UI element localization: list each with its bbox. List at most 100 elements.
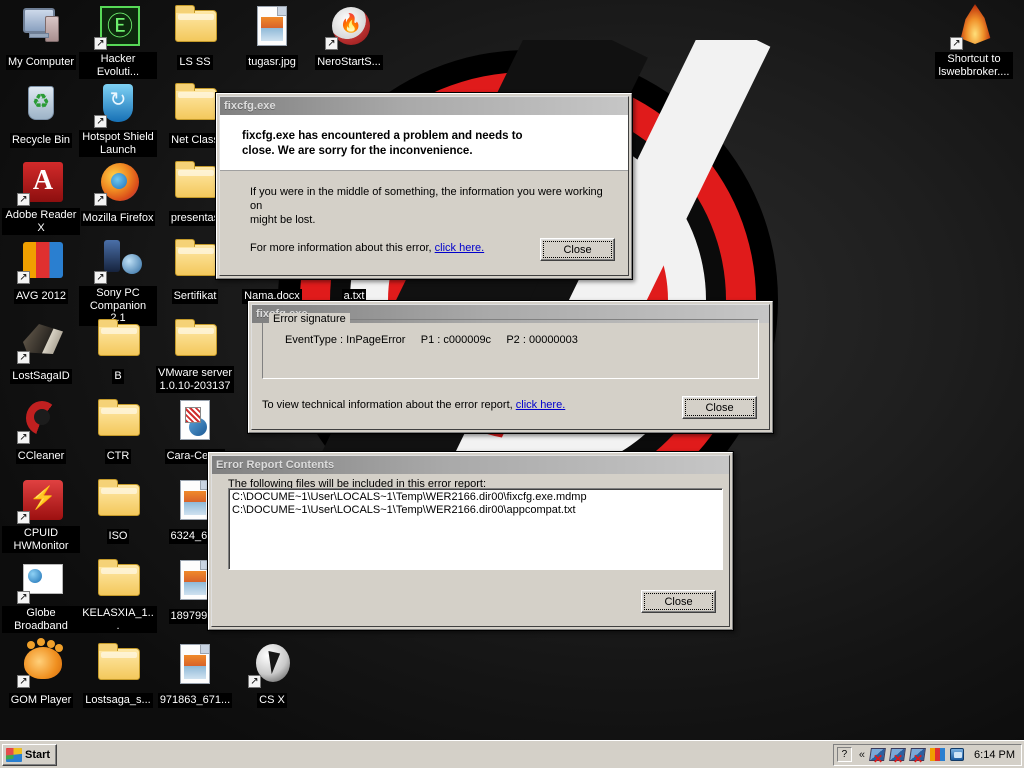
desktop-icon[interactable]: Shortcut to lswebbroker.... bbox=[935, 2, 1013, 80]
cara-icon bbox=[171, 396, 219, 444]
desktop-icon[interactable]: 971863_671... bbox=[156, 640, 234, 708]
desktop-icon[interactable]: Lostsaga_s... bbox=[79, 640, 157, 708]
folder-icon bbox=[94, 396, 142, 444]
desktop-icon[interactable]: VMware server 1.0.10-203137 bbox=[156, 316, 234, 394]
lostsaga-icon bbox=[17, 316, 65, 364]
shortcut-arrow-icon bbox=[17, 193, 30, 206]
desktop-icon[interactable]: Adobe Reader X bbox=[2, 158, 80, 236]
crash-dialog-headline: fixcfg.exe has encountered a problem and… bbox=[220, 115, 628, 171]
desktop-icon[interactable]: Hacker Evoluti... bbox=[79, 2, 157, 80]
report-file-listbox[interactable]: C:\DOCUME~1\User\LOCALS~1\Temp\WER2166.d… bbox=[228, 488, 723, 570]
taskbar-clock[interactable]: 6:14 PM bbox=[970, 749, 1017, 761]
network-disconnected-icon[interactable]: ✕ bbox=[909, 747, 926, 765]
firefox-icon bbox=[94, 158, 142, 206]
desktop-icon[interactable]: CCleaner bbox=[2, 396, 80, 464]
gom-icon bbox=[17, 640, 65, 688]
report-close-button[interactable]: Close bbox=[641, 590, 716, 613]
image-icon bbox=[171, 640, 219, 688]
tray-expand-chevron-icon[interactable]: « bbox=[858, 749, 866, 761]
signature-close-button[interactable]: Close bbox=[682, 396, 757, 419]
report-dialog-titlebar[interactable]: Error Report Contents bbox=[212, 456, 729, 474]
start-button[interactable]: Start bbox=[2, 743, 58, 766]
shortcut-arrow-icon bbox=[17, 511, 30, 524]
desktop[interactable]: My ComputerHacker Evoluti... LS SS tugasr.… bbox=[0, 0, 1024, 740]
desktop-icon[interactable]: GOM Player bbox=[2, 640, 80, 708]
error-report-contents-dialog[interactable]: Error Report Contents The following file… bbox=[207, 451, 734, 631]
folder-icon bbox=[171, 158, 219, 206]
crash-close-button[interactable]: Close bbox=[540, 238, 615, 261]
signature-tech-info: To view technical information about the … bbox=[262, 399, 565, 411]
desktop-icon-label: tugasr.jpg bbox=[246, 55, 298, 70]
report-file-item[interactable]: C:\DOCUME~1\User\LOCALS~1\Temp\WER2166.d… bbox=[232, 504, 719, 517]
desktop-icon-label: presentas bbox=[168, 211, 222, 226]
desktop-icon[interactable]: Mozilla Firefox bbox=[79, 158, 157, 226]
adobe-icon bbox=[17, 158, 65, 206]
folder-icon bbox=[94, 476, 142, 524]
messenger-icon[interactable] bbox=[950, 747, 966, 762]
desktop-icon[interactable]: LS SS bbox=[156, 2, 234, 70]
desktop-icon-label: Net Class bbox=[169, 133, 221, 148]
desktop-icon[interactable]: KELASXIA_1... bbox=[79, 556, 157, 634]
mycomputer-icon bbox=[17, 2, 65, 50]
crash-dialog[interactable]: fixcfg.exe fixcfg.exe has encountered a … bbox=[215, 92, 633, 280]
image-icon bbox=[248, 2, 296, 50]
desktop-icon-label: 971863_671... bbox=[157, 693, 233, 708]
cpuid-icon bbox=[17, 476, 65, 524]
desktop-icon-label: CPUID HWMonitor bbox=[2, 526, 80, 553]
nero-icon bbox=[325, 2, 373, 50]
desktop-icon[interactable]: CS X bbox=[233, 640, 311, 708]
desktop-icon[interactable]: Recycle Bin bbox=[2, 80, 80, 148]
desktop-icon[interactable]: B bbox=[79, 316, 157, 384]
desktop-icon[interactable]: LostSagaID bbox=[2, 316, 80, 384]
shortcut-arrow-icon bbox=[17, 351, 30, 364]
desktop-icon[interactable]: My Computer bbox=[2, 2, 80, 70]
desktop-icon[interactable]: AVG 2012 bbox=[2, 236, 80, 304]
desktop-icon[interactable]: NeroStartS... bbox=[310, 2, 388, 70]
crash-more-info-link[interactable]: click here. bbox=[435, 242, 485, 254]
report-file-item[interactable]: C:\DOCUME~1\User\LOCALS~1\Temp\WER2166.d… bbox=[232, 491, 719, 504]
shortcut-arrow-icon bbox=[950, 37, 963, 50]
desktop-icon-label: My Computer bbox=[5, 55, 77, 70]
desktop-icon-label: KELASXIA_1... bbox=[79, 606, 157, 633]
error-signature-group-label: Error signature bbox=[269, 313, 350, 325]
desktop-icon-label: VMware server 1.0.10-203137 bbox=[156, 366, 234, 393]
folder-icon bbox=[94, 556, 142, 604]
report-dialog-title: Error Report Contents bbox=[216, 459, 335, 471]
avg-icon[interactable] bbox=[930, 747, 946, 762]
desktop-icon-label: Adobe Reader X bbox=[2, 208, 80, 235]
help-icon[interactable]: ? bbox=[836, 747, 852, 762]
desktop-icon[interactable]: CTR bbox=[79, 396, 157, 464]
signature-tech-link[interactable]: click here. bbox=[516, 399, 566, 411]
taskbar[interactable]: Start ? « ✕ ✕ ✕ 6:14 PM bbox=[0, 740, 1024, 768]
desktop-icon[interactable]: CPUID HWMonitor bbox=[2, 476, 80, 554]
desktop-icon-label: GOM Player bbox=[8, 693, 74, 708]
crash-dialog-title: fixcfg.exe bbox=[224, 100, 276, 112]
desktop-icon-label: Globe Broadband bbox=[2, 606, 80, 633]
desktop-icon-label: Mozilla Firefox bbox=[80, 211, 156, 226]
ccleaner-icon bbox=[17, 396, 65, 444]
crash-body-line2: might be lost. bbox=[250, 214, 316, 226]
error-signature-dialog[interactable]: fixcfg.exe Error signature EventType : I… bbox=[247, 300, 774, 434]
hshield-icon bbox=[94, 80, 142, 128]
network-disconnected-icon[interactable]: ✕ bbox=[889, 747, 906, 765]
globe-icon bbox=[17, 556, 65, 604]
desktop-icon[interactable]: Globe Broadband bbox=[2, 556, 80, 634]
network-disconnected-icon[interactable]: ✕ bbox=[869, 747, 886, 765]
desktop-icon-label: Lostsaga_s... bbox=[83, 693, 153, 708]
shortcut-arrow-icon bbox=[17, 591, 30, 604]
desktop-icon-label: Hacker Evoluti... bbox=[79, 52, 157, 79]
desktop-icon-label: B bbox=[112, 369, 124, 384]
desktop-icon[interactable]: Hotspot Shield Launch bbox=[79, 80, 157, 158]
crash-dialog-titlebar[interactable]: fixcfg.exe bbox=[220, 97, 628, 115]
crash-headline-line1: fixcfg.exe has encountered a problem and… bbox=[242, 130, 523, 142]
desktop-icon[interactable]: tugasr.jpg bbox=[233, 2, 311, 70]
crash-headline-line2: close. We are sorry for the inconvenienc… bbox=[242, 145, 473, 157]
desktop-icon-label: AVG 2012 bbox=[14, 289, 68, 304]
system-tray[interactable]: ? « ✕ ✕ ✕ 6:14 PM bbox=[832, 743, 1022, 766]
desktop-icon-label: ISO bbox=[106, 529, 130, 544]
error-signature-group: Error signature EventType : InPageError … bbox=[262, 313, 759, 379]
shortcut-arrow-icon bbox=[17, 431, 30, 444]
shortcut-arrow-icon bbox=[17, 271, 30, 284]
desktop-icon[interactable]: Sony PC Companion 2.1 bbox=[79, 236, 157, 326]
desktop-icon[interactable]: ISO bbox=[79, 476, 157, 544]
